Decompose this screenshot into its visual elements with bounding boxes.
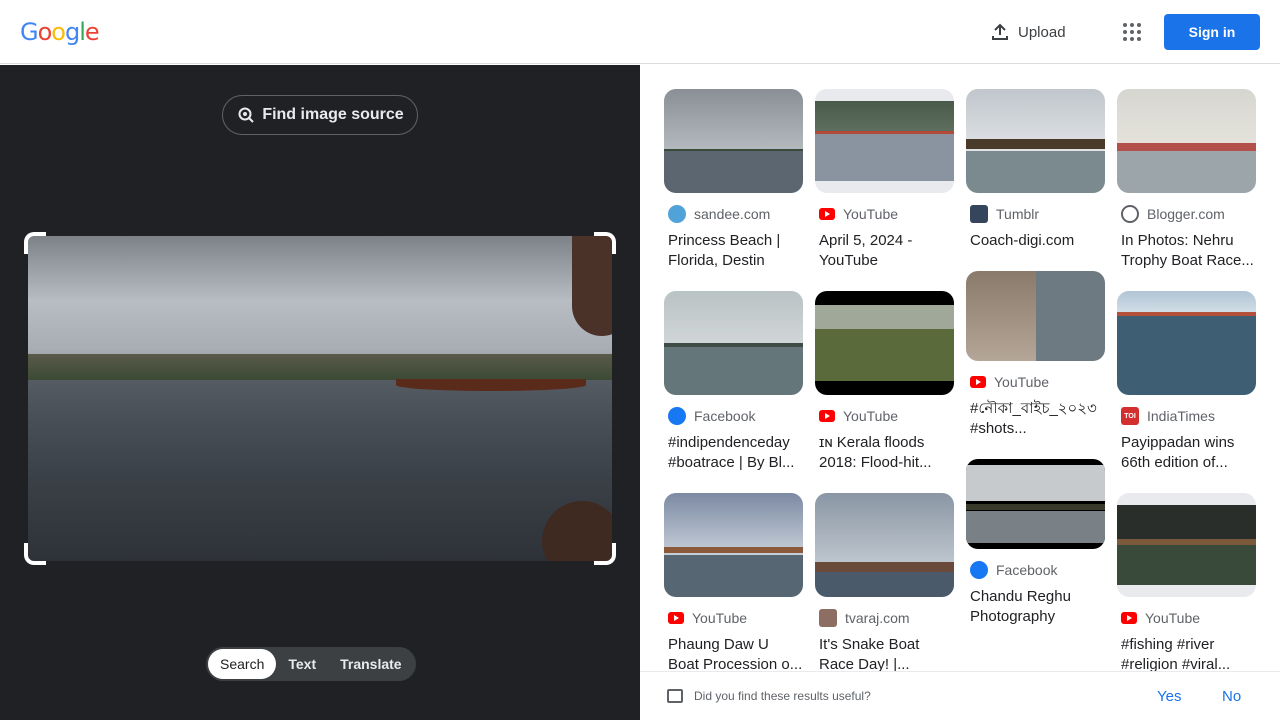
result-card[interactable]: Facebook #indipendenceday #boatrace | By… xyxy=(664,291,803,473)
result-thumbnail xyxy=(966,271,1105,361)
result-source: YouTube xyxy=(1145,610,1201,626)
upload-icon xyxy=(992,23,1008,40)
crop-handle-bottom-left[interactable] xyxy=(24,543,46,565)
result-source: YouTube xyxy=(994,374,1050,390)
result-source: Facebook xyxy=(996,562,1058,578)
result-thumbnail xyxy=(815,291,954,395)
find-image-source-button[interactable]: Find image source xyxy=(222,95,418,135)
result-thumbnail xyxy=(815,89,954,193)
result-thumbnail xyxy=(664,291,803,395)
result-card[interactable]: YouTube April 5, 2024 - YouTube xyxy=(815,89,954,271)
mode-text-tab[interactable]: Text xyxy=(276,649,328,679)
mode-search-tab[interactable]: Search xyxy=(208,649,277,679)
tumblr-icon xyxy=(970,205,988,223)
results-column-3: Tumblr Coach-digi.com YouTube #নৌকা_বাইচ… xyxy=(966,89,1105,647)
result-card[interactable]: TOI IndiaTimes Payippadan wins 66th editi… xyxy=(1117,291,1256,473)
result-source: Facebook xyxy=(694,408,756,424)
result-title[interactable]: #indipendenceday #boatrace | By Bl... xyxy=(664,433,803,473)
query-image-crop[interactable] xyxy=(24,232,616,565)
result-card[interactable]: sandee.com Princess Beach | Florida, Des… xyxy=(664,89,803,271)
result-card[interactable]: YouTube #fishing #river #religion #viral… xyxy=(1117,493,1256,671)
facebook-icon xyxy=(970,561,988,579)
result-source: YouTube xyxy=(843,408,899,424)
youtube-icon xyxy=(970,376,986,388)
feedback-yes-button[interactable]: Yes xyxy=(1157,688,1181,705)
result-thumbnail xyxy=(1117,493,1256,597)
sign-in-button[interactable]: Sign in xyxy=(1164,14,1260,50)
query-image xyxy=(28,236,612,561)
result-title[interactable]: Payippadan wins 66th edition of... xyxy=(1117,433,1256,473)
result-title[interactable]: It's Snake Boat Race Day! |... xyxy=(815,635,954,671)
result-title[interactable]: #নৌকা_বাইচ_২০২৩ #shots... xyxy=(966,399,1105,439)
find-image-source-label: Find image source xyxy=(262,106,404,123)
sandee-icon xyxy=(668,205,686,223)
feedback-bar: Did you find these results useful? Yes N… xyxy=(640,671,1280,720)
indiatimes-icon: TOI xyxy=(1121,407,1139,425)
result-thumbnail xyxy=(1117,89,1256,193)
result-title[interactable]: Coach-digi.com xyxy=(966,231,1105,251)
result-card[interactable]: Facebook Chandu Reghu Photography xyxy=(966,459,1105,627)
result-thumbnail xyxy=(815,493,954,597)
feedback-no-button[interactable]: No xyxy=(1222,688,1241,705)
result-card[interactable]: YouTube #নৌকা_বাইচ_২০২৩ #shots... xyxy=(966,271,1105,439)
result-title[interactable]: Chandu Reghu Photography xyxy=(966,587,1105,627)
result-thumbnail xyxy=(664,89,803,193)
facebook-icon xyxy=(668,407,686,425)
result-title[interactable]: In Photos: Nehru Trophy Boat Race... xyxy=(1117,231,1256,271)
upload-button[interactable]: Upload xyxy=(990,18,1066,46)
result-source: YouTube xyxy=(692,610,748,626)
result-source: Blogger.com xyxy=(1147,206,1225,222)
mode-switch: Search Text Translate xyxy=(206,647,416,681)
crop-handle-top-right[interactable] xyxy=(594,232,616,254)
blogger-icon xyxy=(1121,205,1139,223)
result-title[interactable]: April 5, 2024 - YouTube xyxy=(815,231,954,271)
result-source: Tumblr xyxy=(996,206,1040,222)
result-thumbnail xyxy=(1117,291,1256,395)
results-column-2: YouTube April 5, 2024 - YouTube YouTube … xyxy=(815,89,954,671)
youtube-icon xyxy=(819,208,835,220)
result-thumbnail xyxy=(966,89,1105,193)
google-logo[interactable]: Google xyxy=(20,18,100,46)
mode-translate-tab[interactable]: Translate xyxy=(328,649,413,679)
result-thumbnail xyxy=(966,459,1105,549)
result-title[interactable]: Princess Beach | Florida, Destin xyxy=(664,231,803,271)
top-bar: Google Upload Sign in xyxy=(0,0,1280,64)
result-title[interactable]: Phaung Daw U Boat Procession o... xyxy=(664,635,803,671)
crop-handle-top-left[interactable] xyxy=(24,232,46,254)
result-card[interactable]: tvaraj.com It's Snake Boat Race Day! |..… xyxy=(815,493,954,671)
result-source: YouTube xyxy=(843,206,899,222)
feedback-icon xyxy=(667,689,683,703)
crop-handle-bottom-right[interactable] xyxy=(594,543,616,565)
result-thumbnail xyxy=(664,493,803,597)
result-card[interactable]: Blogger.com In Photos: Nehru Trophy Boat… xyxy=(1117,89,1256,271)
apps-grid-icon[interactable] xyxy=(1120,20,1144,44)
results-column-1: sandee.com Princess Beach | Florida, Des… xyxy=(664,89,803,671)
result-card[interactable]: YouTube Phaung Daw U Boat Procession o..… xyxy=(664,493,803,671)
result-source: IndiaTimes xyxy=(1147,408,1215,424)
upload-label: Upload xyxy=(1018,23,1066,41)
youtube-icon xyxy=(668,612,684,624)
result-source: sandee.com xyxy=(694,206,771,222)
result-card[interactable]: Tumblr Coach-digi.com xyxy=(966,89,1105,251)
result-source: tvaraj.com xyxy=(845,610,910,626)
results-column-4: Blogger.com In Photos: Nehru Trophy Boat… xyxy=(1117,89,1256,671)
youtube-icon xyxy=(1121,612,1137,624)
feedback-question: Did you find these results useful? xyxy=(694,689,871,703)
image-viewer-pane: Find image source Search Text Translate xyxy=(0,65,640,720)
result-title[interactable]: ɪɴ Kerala floods 2018: Flood-hit... xyxy=(815,433,954,473)
result-title[interactable]: #fishing #river #religion #viral... xyxy=(1117,635,1256,671)
youtube-icon xyxy=(819,410,835,422)
result-card[interactable]: YouTube ɪɴ Kerala floods 2018: Flood-hit… xyxy=(815,291,954,473)
lens-search-icon xyxy=(238,107,255,123)
visual-matches-pane: sandee.com Princess Beach | Florida, Des… xyxy=(640,65,1280,671)
tvaraj-icon xyxy=(819,609,837,627)
